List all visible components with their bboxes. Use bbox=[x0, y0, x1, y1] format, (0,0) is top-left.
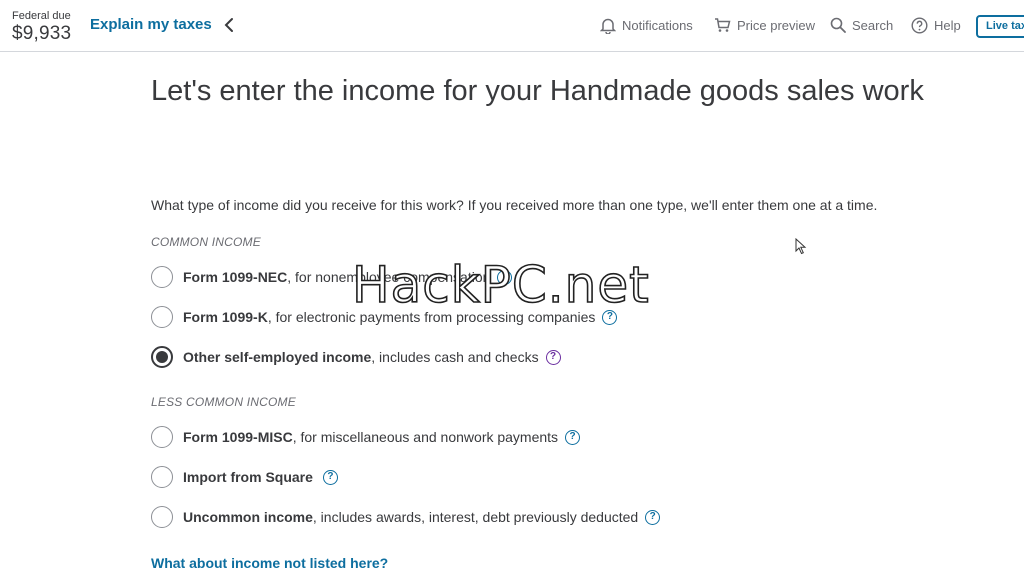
info-icon[interactable]: ? bbox=[497, 269, 513, 285]
radio-form-1099-nec[interactable] bbox=[151, 266, 173, 288]
federal-due-label: Federal due bbox=[12, 10, 71, 22]
option-form-1099-nec-title: Form 1099-NEC bbox=[183, 269, 288, 285]
search-button[interactable]: Search bbox=[830, 15, 893, 35]
price-preview-label: Price preview bbox=[737, 17, 816, 33]
info-icon[interactable]: ? bbox=[565, 429, 581, 445]
option-form-1099-k[interactable]: Form 1099-K , for electronic payments fr… bbox=[151, 306, 618, 328]
income-not-listed-link[interactable]: What about income not listed here? bbox=[151, 555, 388, 571]
option-other-self-employed-desc: , includes cash and checks bbox=[371, 349, 539, 365]
radio-import-square[interactable] bbox=[151, 466, 173, 488]
option-form-1099-misc-desc: , for miscellaneous and nonwork payments bbox=[292, 429, 559, 445]
income-type-question: What type of income did you receive for … bbox=[151, 197, 878, 213]
notifications-label: Notifications bbox=[622, 17, 693, 33]
radio-uncommon-income[interactable] bbox=[151, 506, 173, 528]
bell-icon bbox=[600, 18, 616, 34]
option-other-self-employed[interactable]: Other self-employed income , includes ca… bbox=[151, 346, 561, 368]
less-common-income-heading: LESS COMMON INCOME bbox=[151, 395, 296, 409]
notifications-button[interactable]: Notifications bbox=[600, 15, 693, 35]
option-form-1099-k-title: Form 1099-K bbox=[183, 309, 268, 325]
option-uncommon-income-title: Uncommon income bbox=[183, 509, 313, 525]
option-form-1099-misc-title: Form 1099-MISC bbox=[183, 429, 293, 445]
info-icon[interactable]: ? bbox=[545, 349, 561, 365]
federal-due-amount: $9,933 bbox=[12, 23, 72, 44]
info-icon[interactable]: ? bbox=[645, 509, 661, 525]
search-icon bbox=[830, 17, 846, 33]
option-form-1099-nec[interactable]: Form 1099-NEC , for nonemployee compensa… bbox=[151, 266, 513, 288]
radio-form-1099-k[interactable] bbox=[151, 306, 173, 328]
top-bar: Federal due $9,933 Explain my taxes Noti… bbox=[0, 0, 1024, 52]
option-form-1099-nec-desc: , for nonemployee compensation bbox=[287, 269, 491, 285]
option-other-self-employed-title: Other self-employed income bbox=[183, 349, 372, 365]
option-uncommon-income[interactable]: Uncommon income , includes awards, inter… bbox=[151, 506, 661, 528]
chevron-left-icon[interactable] bbox=[222, 16, 236, 34]
option-import-square[interactable]: Import from Square ? bbox=[151, 466, 338, 488]
option-import-square-title: Import from Square bbox=[183, 469, 313, 485]
help-icon bbox=[911, 16, 928, 34]
info-icon[interactable]: ? bbox=[322, 469, 338, 485]
cart-icon bbox=[715, 18, 731, 32]
search-label: Search bbox=[852, 17, 894, 33]
live-tax-button[interactable]: Live tax bbox=[976, 15, 1024, 38]
page-title: Let's enter the income for your Handmade… bbox=[151, 75, 924, 107]
help-label: Help bbox=[934, 17, 961, 33]
option-uncommon-income-desc: , includes awards, interest, debt previo… bbox=[312, 509, 639, 525]
federal-due[interactable]: Federal due $9,933 bbox=[12, 10, 71, 45]
option-form-1099-misc[interactable]: Form 1099-MISC , for miscellaneous and n… bbox=[151, 426, 581, 448]
radio-other-self-employed[interactable] bbox=[151, 346, 173, 368]
mouse-cursor-icon bbox=[795, 238, 807, 255]
explain-my-taxes-link[interactable]: Explain my taxes bbox=[90, 16, 212, 33]
common-income-heading: COMMON INCOME bbox=[151, 235, 261, 249]
radio-form-1099-misc[interactable] bbox=[151, 426, 173, 448]
price-preview-button[interactable]: Price preview bbox=[714, 15, 815, 35]
info-icon[interactable]: ? bbox=[602, 309, 618, 325]
help-button[interactable]: Help bbox=[911, 15, 961, 35]
option-form-1099-k-desc: , for electronic payments from processin… bbox=[267, 309, 596, 325]
